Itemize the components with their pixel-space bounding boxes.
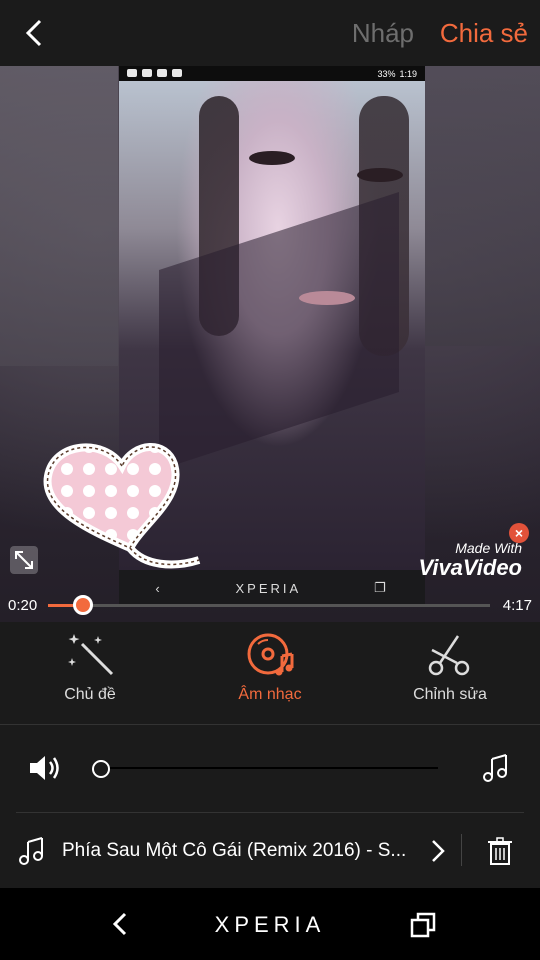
- total-time: 4:17: [502, 597, 532, 614]
- battery-text: 33%: [377, 68, 396, 79]
- trash-icon[interactable]: [486, 836, 514, 866]
- notification-icon: [157, 69, 167, 77]
- current-time: 0:20: [8, 597, 38, 614]
- shadow: [159, 192, 399, 470]
- song-title[interactable]: Phía Sau Một Cô Gái (Remix 2016) - S...: [62, 840, 407, 862]
- recorded-back-icon: ‹: [155, 580, 163, 596]
- seek-bar[interactable]: [48, 595, 490, 615]
- system-back-icon[interactable]: [108, 912, 132, 936]
- song-music-note-icon: [19, 837, 43, 865]
- recorded-recent-icon: ❐: [373, 580, 389, 595]
- volume-thumb[interactable]: [92, 760, 110, 778]
- watermark: Made With VivaVideo: [398, 540, 522, 580]
- system-brand: XPERIA: [214, 912, 326, 937]
- background-wall-left: [0, 66, 118, 366]
- magic-wand-icon: [68, 634, 114, 676]
- heart-sticker[interactable]: [34, 436, 204, 576]
- mouth: [299, 291, 355, 305]
- tab-music[interactable]: Âm nhạc: [180, 626, 360, 712]
- expand-icon: [15, 551, 33, 569]
- tab-music-label: Âm nhạc: [238, 686, 302, 703]
- divider: [0, 724, 540, 725]
- fullscreen-button[interactable]: [10, 546, 38, 574]
- eye-left: [249, 151, 295, 165]
- eye-right: [357, 168, 403, 182]
- time-text: 1:19: [399, 68, 417, 79]
- chevron-right-icon[interactable]: [426, 838, 450, 864]
- notification-icon: [142, 69, 152, 77]
- watermark-brand: VivaVideo: [418, 555, 522, 580]
- notification-icon: [172, 69, 182, 77]
- notification-icon: [127, 69, 137, 77]
- song-separator: [461, 834, 462, 866]
- share-button[interactable]: Chia sẻ: [440, 18, 528, 49]
- draft-button[interactable]: Nháp: [352, 18, 414, 49]
- top-bar: Nháp Chia sẻ: [0, 0, 540, 66]
- tab-edit-label: Chỉnh sửa: [413, 686, 487, 703]
- system-nav-bar: XPERIA: [0, 888, 540, 960]
- notification-icons: [127, 69, 182, 77]
- divider: [16, 812, 524, 813]
- tab-theme-label: Chủ đề: [64, 686, 116, 703]
- chevron-left-icon: [25, 19, 42, 47]
- music-disc-icon: [247, 633, 294, 676]
- background-wall-right: [424, 66, 540, 346]
- recent-apps-icon[interactable]: [410, 912, 436, 938]
- back-button[interactable]: [18, 16, 50, 50]
- watermark-caption: Made With: [455, 540, 522, 556]
- volume-slider[interactable]: [98, 767, 438, 769]
- recorded-brand: XPERIA: [235, 580, 302, 596]
- volume-icon[interactable]: [28, 752, 62, 784]
- scissors-icon: [428, 635, 470, 676]
- recorded-status-bar: 33% 1:19: [119, 66, 425, 81]
- music-note-icon[interactable]: [480, 753, 510, 783]
- tab-edit[interactable]: Chỉnh sửa: [360, 626, 540, 712]
- video-preview[interactable]: 33% 1:19 ‹ XPERIA ❐ × Made With VivaVide…: [0, 66, 540, 622]
- tab-theme[interactable]: Chủ đề: [0, 626, 180, 712]
